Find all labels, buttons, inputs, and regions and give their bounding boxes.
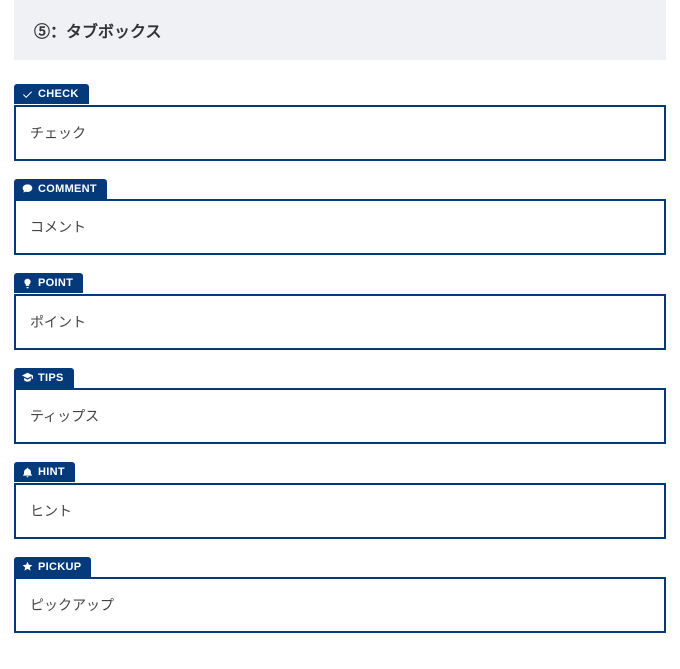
- tab-content-check: チェック: [14, 105, 666, 161]
- section-title: ⑤：タブボックス: [34, 18, 646, 42]
- tab-label-comment: COMMENT: [14, 179, 107, 199]
- check-icon: [22, 89, 33, 100]
- tab-box-pickup: PICKUP ピックアップ: [14, 557, 666, 634]
- tab-label-text: COMMENT: [38, 183, 97, 195]
- bell-icon: [22, 467, 33, 478]
- tab-content-comment: コメント: [14, 199, 666, 255]
- tab-box-hint: HINT ヒント: [14, 462, 666, 539]
- tab-content-tips: ティップス: [14, 388, 666, 444]
- tab-label-pickup: PICKUP: [14, 557, 91, 577]
- tab-content-pickup: ピックアップ: [14, 577, 666, 633]
- tab-label-tips: TIPS: [14, 368, 74, 388]
- tab-box-tips: TIPS ティップス: [14, 368, 666, 445]
- tab-label-text: CHECK: [38, 88, 79, 100]
- tab-label-text: PICKUP: [38, 561, 81, 573]
- tab-label-hint: HINT: [14, 462, 75, 482]
- tab-label-text: POINT: [38, 277, 73, 289]
- tab-label-text: TIPS: [38, 372, 64, 384]
- tab-box-point: POINT ポイント: [14, 273, 666, 350]
- tab-box-comment: COMMENT コメント: [14, 179, 666, 256]
- tab-content-hint: ヒント: [14, 483, 666, 539]
- section-header: ⑤：タブボックス: [14, 0, 666, 60]
- tab-label-check: CHECK: [14, 84, 89, 104]
- comment-icon: [22, 183, 33, 194]
- graduation-cap-icon: [22, 372, 33, 383]
- lightbulb-icon: [22, 278, 33, 289]
- tab-content-point: ポイント: [14, 294, 666, 350]
- tab-label-point: POINT: [14, 273, 83, 293]
- tab-box-check: CHECK チェック: [14, 84, 666, 161]
- tab-label-text: HINT: [38, 466, 65, 478]
- star-icon: [22, 561, 33, 572]
